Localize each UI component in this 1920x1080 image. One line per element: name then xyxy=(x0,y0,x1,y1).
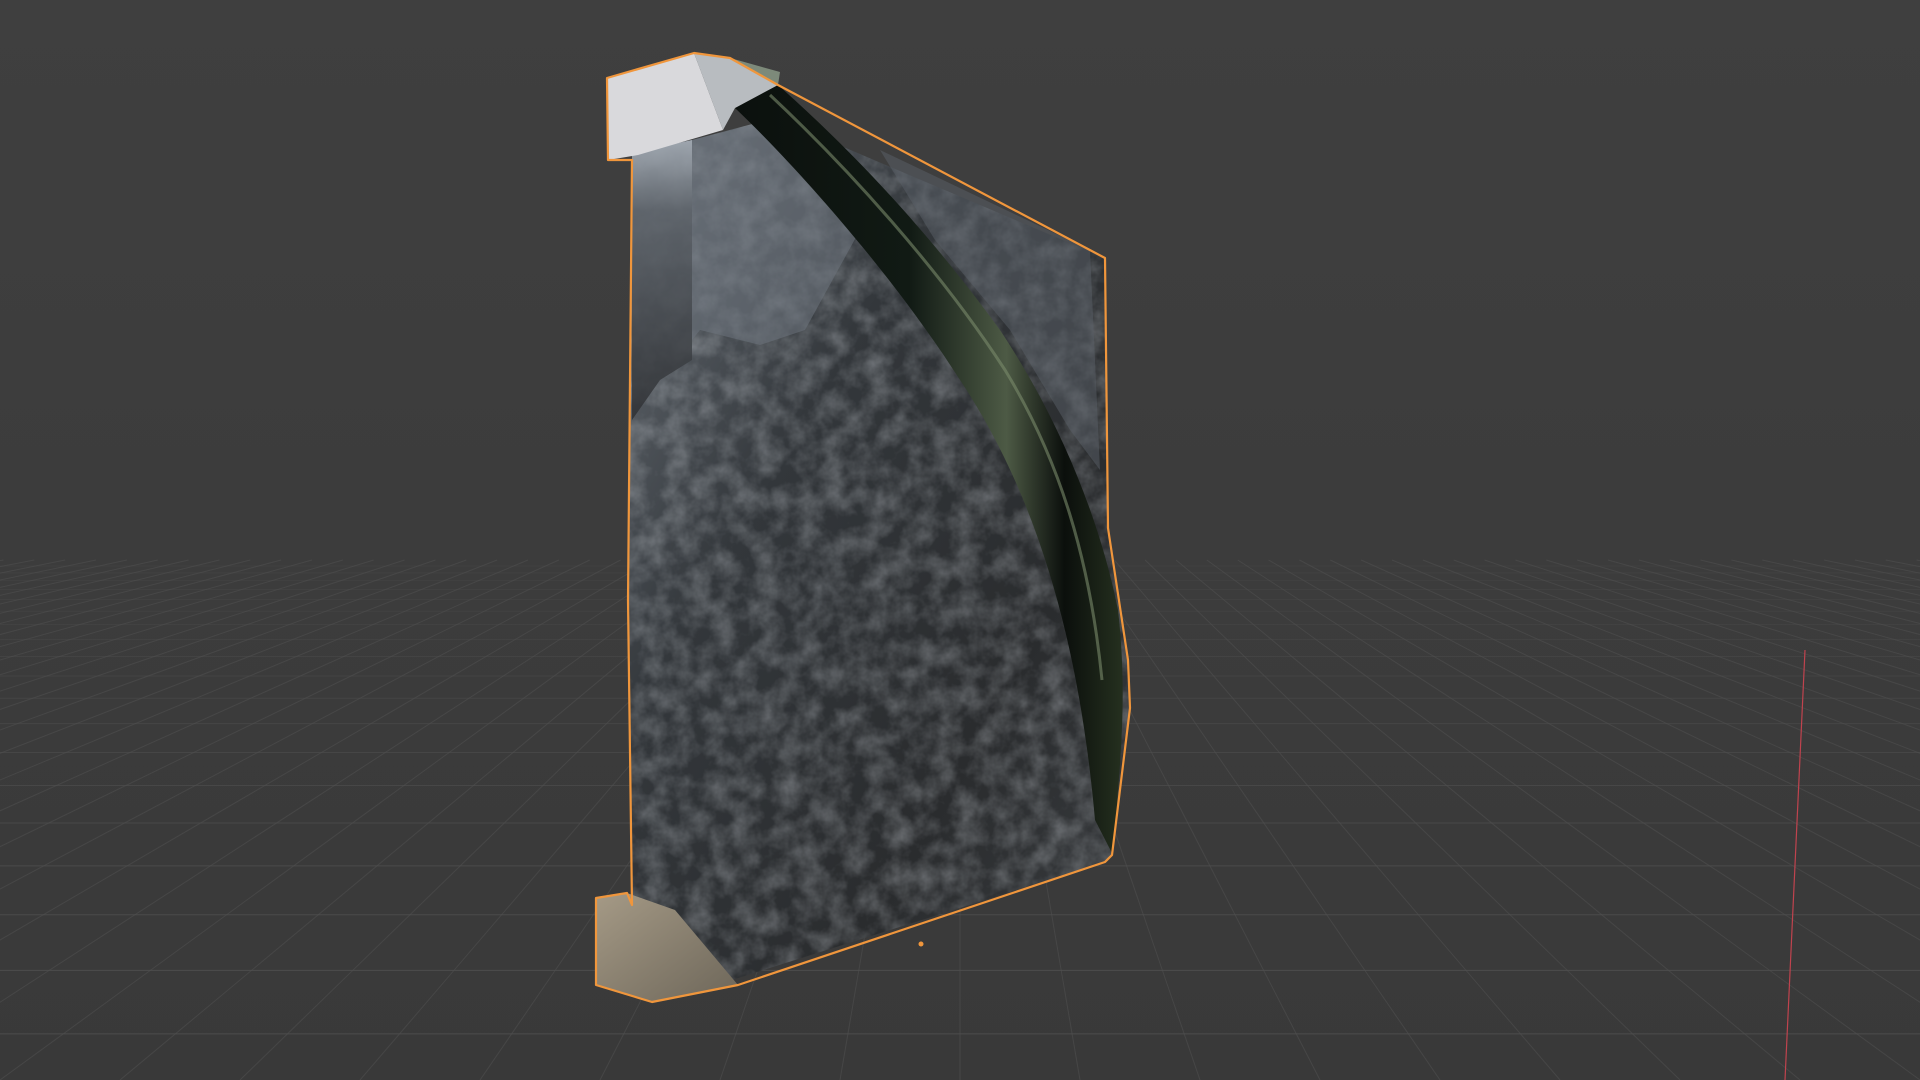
viewport-scene[interactable] xyxy=(0,0,1920,1080)
3d-viewport[interactable] xyxy=(0,0,1920,1080)
object-origin-marker[interactable] xyxy=(918,941,924,947)
